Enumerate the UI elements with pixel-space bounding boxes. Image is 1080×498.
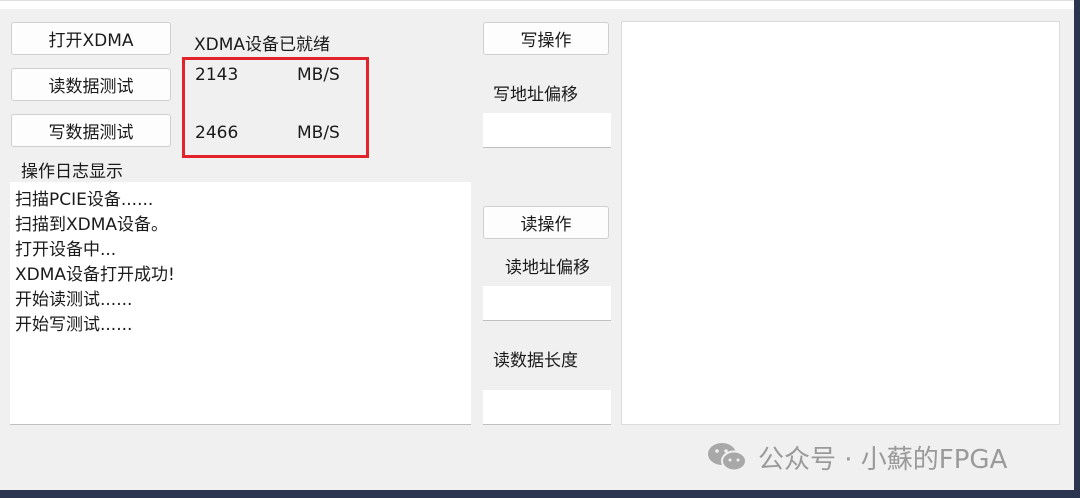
watermark-text: 公众号 · 小蘇的FPGA bbox=[758, 444, 1008, 475]
data-display-pane[interactable] bbox=[621, 21, 1060, 425]
write-op-button[interactable]: 写操作 bbox=[483, 22, 609, 55]
read-length-label: 读数据长度 bbox=[493, 351, 578, 371]
log-line: XDMA设备打开成功! bbox=[15, 265, 175, 285]
write-test-button[interactable]: 写数据测试 bbox=[11, 114, 171, 147]
log-line: 打开设备中... bbox=[15, 240, 117, 260]
log-line: 扫描到XDMA设备。 bbox=[15, 215, 169, 235]
log-line: 开始写测试...... bbox=[15, 315, 133, 335]
device-ready-label: XDMA设备已就绪 bbox=[194, 35, 331, 55]
read-speed-unit: MB/S bbox=[297, 65, 340, 85]
wechat-icon bbox=[708, 443, 747, 472]
read-addr-input[interactable] bbox=[483, 286, 611, 321]
write-addr-label: 写地址偏移 bbox=[493, 85, 578, 105]
log-title: 操作日志显示 bbox=[21, 162, 123, 182]
read-addr-label: 读地址偏移 bbox=[505, 258, 590, 278]
open-xdma-button[interactable]: 打开XDMA bbox=[11, 22, 171, 55]
write-speed-value: 2466 bbox=[195, 123, 239, 143]
read-speed-value: 2143 bbox=[195, 65, 239, 85]
log-line: 扫描PCIE设备...... bbox=[15, 190, 154, 210]
log-textbox[interactable]: 扫描PCIE设备...... 扫描到XDMA设备。 打开设备中... XDMA设… bbox=[10, 182, 471, 425]
title-strip bbox=[0, 1, 1074, 9]
watermark: 公众号 · 小蘇的FPGA bbox=[706, 439, 1007, 475]
read-length-input[interactable] bbox=[483, 390, 611, 425]
write-speed-unit: MB/S bbox=[297, 123, 340, 143]
app-window: 打开XDMA 读数据测试 写数据测试 XDMA设备已就绪 2143 MB/S 2… bbox=[0, 0, 1074, 490]
write-addr-input[interactable] bbox=[483, 113, 611, 148]
log-line: 开始读测试...... bbox=[15, 290, 133, 310]
read-op-button[interactable]: 读操作 bbox=[483, 206, 609, 239]
read-test-button[interactable]: 读数据测试 bbox=[11, 68, 171, 101]
